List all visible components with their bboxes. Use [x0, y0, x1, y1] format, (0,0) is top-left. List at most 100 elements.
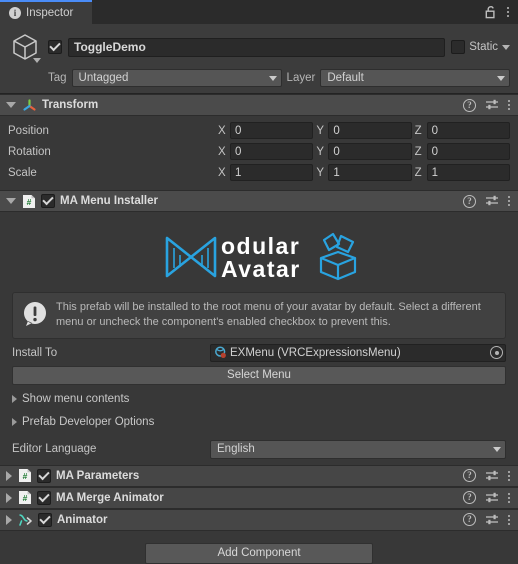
helpbox-install-notice: This prefab will be installed to the roo… — [12, 292, 506, 339]
cube-icon[interactable] — [8, 30, 42, 64]
editor-language-row: Editor Language English — [0, 439, 518, 459]
editor-language-label: Editor Language — [12, 443, 97, 456]
editor-language-dropdown[interactable]: English — [210, 439, 506, 459]
static-control: Static — [451, 40, 510, 54]
select-menu-button[interactable]: Select Menu — [12, 365, 506, 385]
csharp-script-icon: # — [18, 490, 32, 505]
helpbox-text: This prefab will be installed to the roo… — [56, 301, 481, 328]
install-to-label: Install To — [12, 346, 58, 359]
preset-slider-icon[interactable] — [485, 492, 499, 504]
gameobject-name-value: ToggleDemo — [74, 40, 146, 54]
preset-slider-icon[interactable] — [485, 195, 499, 207]
rotation-z-field[interactable]: 0 — [426, 143, 510, 160]
component-enabled-checkbox[interactable] — [37, 468, 51, 483]
component-enabled-checkbox[interactable] — [38, 512, 52, 527]
rotation-y-field[interactable]: 0 — [328, 143, 412, 160]
logo-line2: Avatar — [221, 256, 301, 282]
static-chevron-down-icon[interactable] — [502, 44, 510, 50]
axis-label-x: X — [218, 145, 226, 158]
scale-y-field[interactable]: 1 — [328, 164, 412, 181]
transform-row-position: Position X 0 Y 0 Z 0 — [8, 121, 510, 140]
tabbar-actions — [485, 0, 518, 24]
value: 0 — [431, 124, 439, 137]
axis-label-y: Y — [316, 124, 324, 137]
rotation-x-field[interactable]: 0 — [230, 143, 314, 160]
scale-z-field[interactable]: 1 — [426, 164, 510, 181]
value: 0 — [431, 145, 439, 158]
position-x-field[interactable]: 0 — [230, 122, 314, 139]
kebab-menu-icon[interactable] — [507, 7, 509, 17]
csharp-script-icon: # — [18, 468, 32, 483]
tab-inspector[interactable]: i Inspector — [0, 0, 92, 24]
gameobject-enabled-checkbox[interactable] — [48, 40, 62, 54]
kebab-menu-icon[interactable] — [508, 514, 510, 525]
layer-label: Layer — [286, 72, 316, 84]
value: 0 — [235, 145, 242, 158]
preset-slider-icon[interactable] — [485, 99, 499, 111]
component-enabled-checkbox[interactable] — [41, 194, 55, 208]
editor-language-value: English — [217, 443, 255, 456]
foldout-arrow-icon[interactable] — [6, 470, 12, 481]
foldout-arrow-icon[interactable] — [6, 492, 12, 503]
component-title: Transform — [42, 99, 99, 111]
preset-slider-icon[interactable] — [485, 470, 499, 482]
layer-value: Default — [327, 72, 364, 84]
layer-dropdown[interactable]: Default — [320, 69, 510, 87]
row-label: Position — [8, 124, 49, 137]
component-header-animator[interactable]: Animator ? — [0, 508, 518, 531]
component-header-actions: ? — [463, 491, 510, 505]
component-title: MA Parameters — [56, 469, 140, 482]
gameobject-header: ToggleDemo Static Tag Untagged Layer Def… — [0, 24, 518, 94]
help-icon[interactable]: ? — [463, 98, 476, 112]
csharp-script-icon: # — [22, 194, 36, 209]
help-icon[interactable]: ? — [463, 491, 476, 505]
tab-label: Inspector — [26, 7, 74, 19]
foldout-prefab-developer-options[interactable]: Prefab Developer Options — [0, 413, 518, 431]
kebab-menu-icon[interactable] — [508, 196, 510, 206]
tag-dropdown[interactable]: Untagged — [71, 69, 282, 87]
static-label: Static — [469, 41, 498, 53]
component-title: MA Menu Installer — [60, 195, 158, 207]
position-z-field[interactable]: 0 — [426, 122, 510, 139]
kebab-menu-icon[interactable] — [508, 100, 510, 110]
tabbar-spacer — [92, 0, 485, 24]
axis-label-x: X — [218, 124, 226, 137]
chevron-down-icon — [497, 75, 505, 81]
position-y-field[interactable]: 0 — [328, 122, 412, 139]
help-icon[interactable]: ? — [463, 469, 476, 483]
help-icon[interactable]: ? — [463, 513, 476, 527]
foldout-arrow-icon[interactable] — [6, 198, 16, 204]
help-icon[interactable]: ? — [463, 194, 476, 208]
static-checkbox[interactable] — [451, 40, 466, 54]
ma-menu-installer-body: odular Avatar This prefab will be instal… — [0, 212, 518, 465]
object-picker-icon[interactable] — [490, 346, 503, 360]
component-header-actions: ? — [463, 194, 510, 208]
component-enabled-checkbox[interactable] — [37, 490, 51, 505]
component-header-transform[interactable]: Transform ? — [0, 94, 518, 116]
value: 1 — [235, 166, 242, 179]
component-header-ma-menu-installer[interactable]: # MA Menu Installer ? — [0, 190, 518, 212]
value: 0 — [333, 145, 340, 158]
vrc-expressions-menu-asset-icon — [214, 346, 227, 359]
row-label: Rotation — [8, 145, 51, 158]
gameobject-name-field[interactable]: ToggleDemo — [68, 37, 446, 57]
component-header-ma-merge-animator[interactable]: # MA Merge Animator ? — [0, 486, 518, 509]
kebab-menu-icon[interactable] — [508, 470, 510, 481]
transform-row-rotation: Rotation X 0 Y 0 Z 0 — [8, 142, 510, 161]
lock-open-icon[interactable] — [485, 5, 497, 19]
kebab-menu-icon[interactable] — [508, 492, 510, 503]
add-component-button[interactable]: Add Component — [145, 542, 373, 564]
info-icon: i — [9, 7, 21, 19]
add-component-area: Add Component — [0, 530, 518, 564]
scale-x-field[interactable]: 1 — [230, 164, 314, 181]
animator-icon — [18, 512, 33, 527]
axis-label-y: Y — [316, 166, 324, 179]
svg-text:#: # — [23, 493, 28, 503]
transform-body: Position X 0 Y 0 Z 0 Rotation X 0 Y 0 Z … — [0, 116, 518, 190]
foldout-arrow-icon[interactable] — [6, 102, 16, 108]
row-label: Scale — [8, 166, 37, 179]
foldout-show-menu-contents[interactable]: Show menu contents — [0, 390, 518, 408]
component-header-ma-parameters[interactable]: # MA Parameters ? — [0, 464, 518, 487]
install-to-object-field[interactable]: EXMenu (VRCExpressionsMenu) — [210, 343, 506, 362]
foldout-arrow-icon[interactable] — [6, 514, 12, 525]
